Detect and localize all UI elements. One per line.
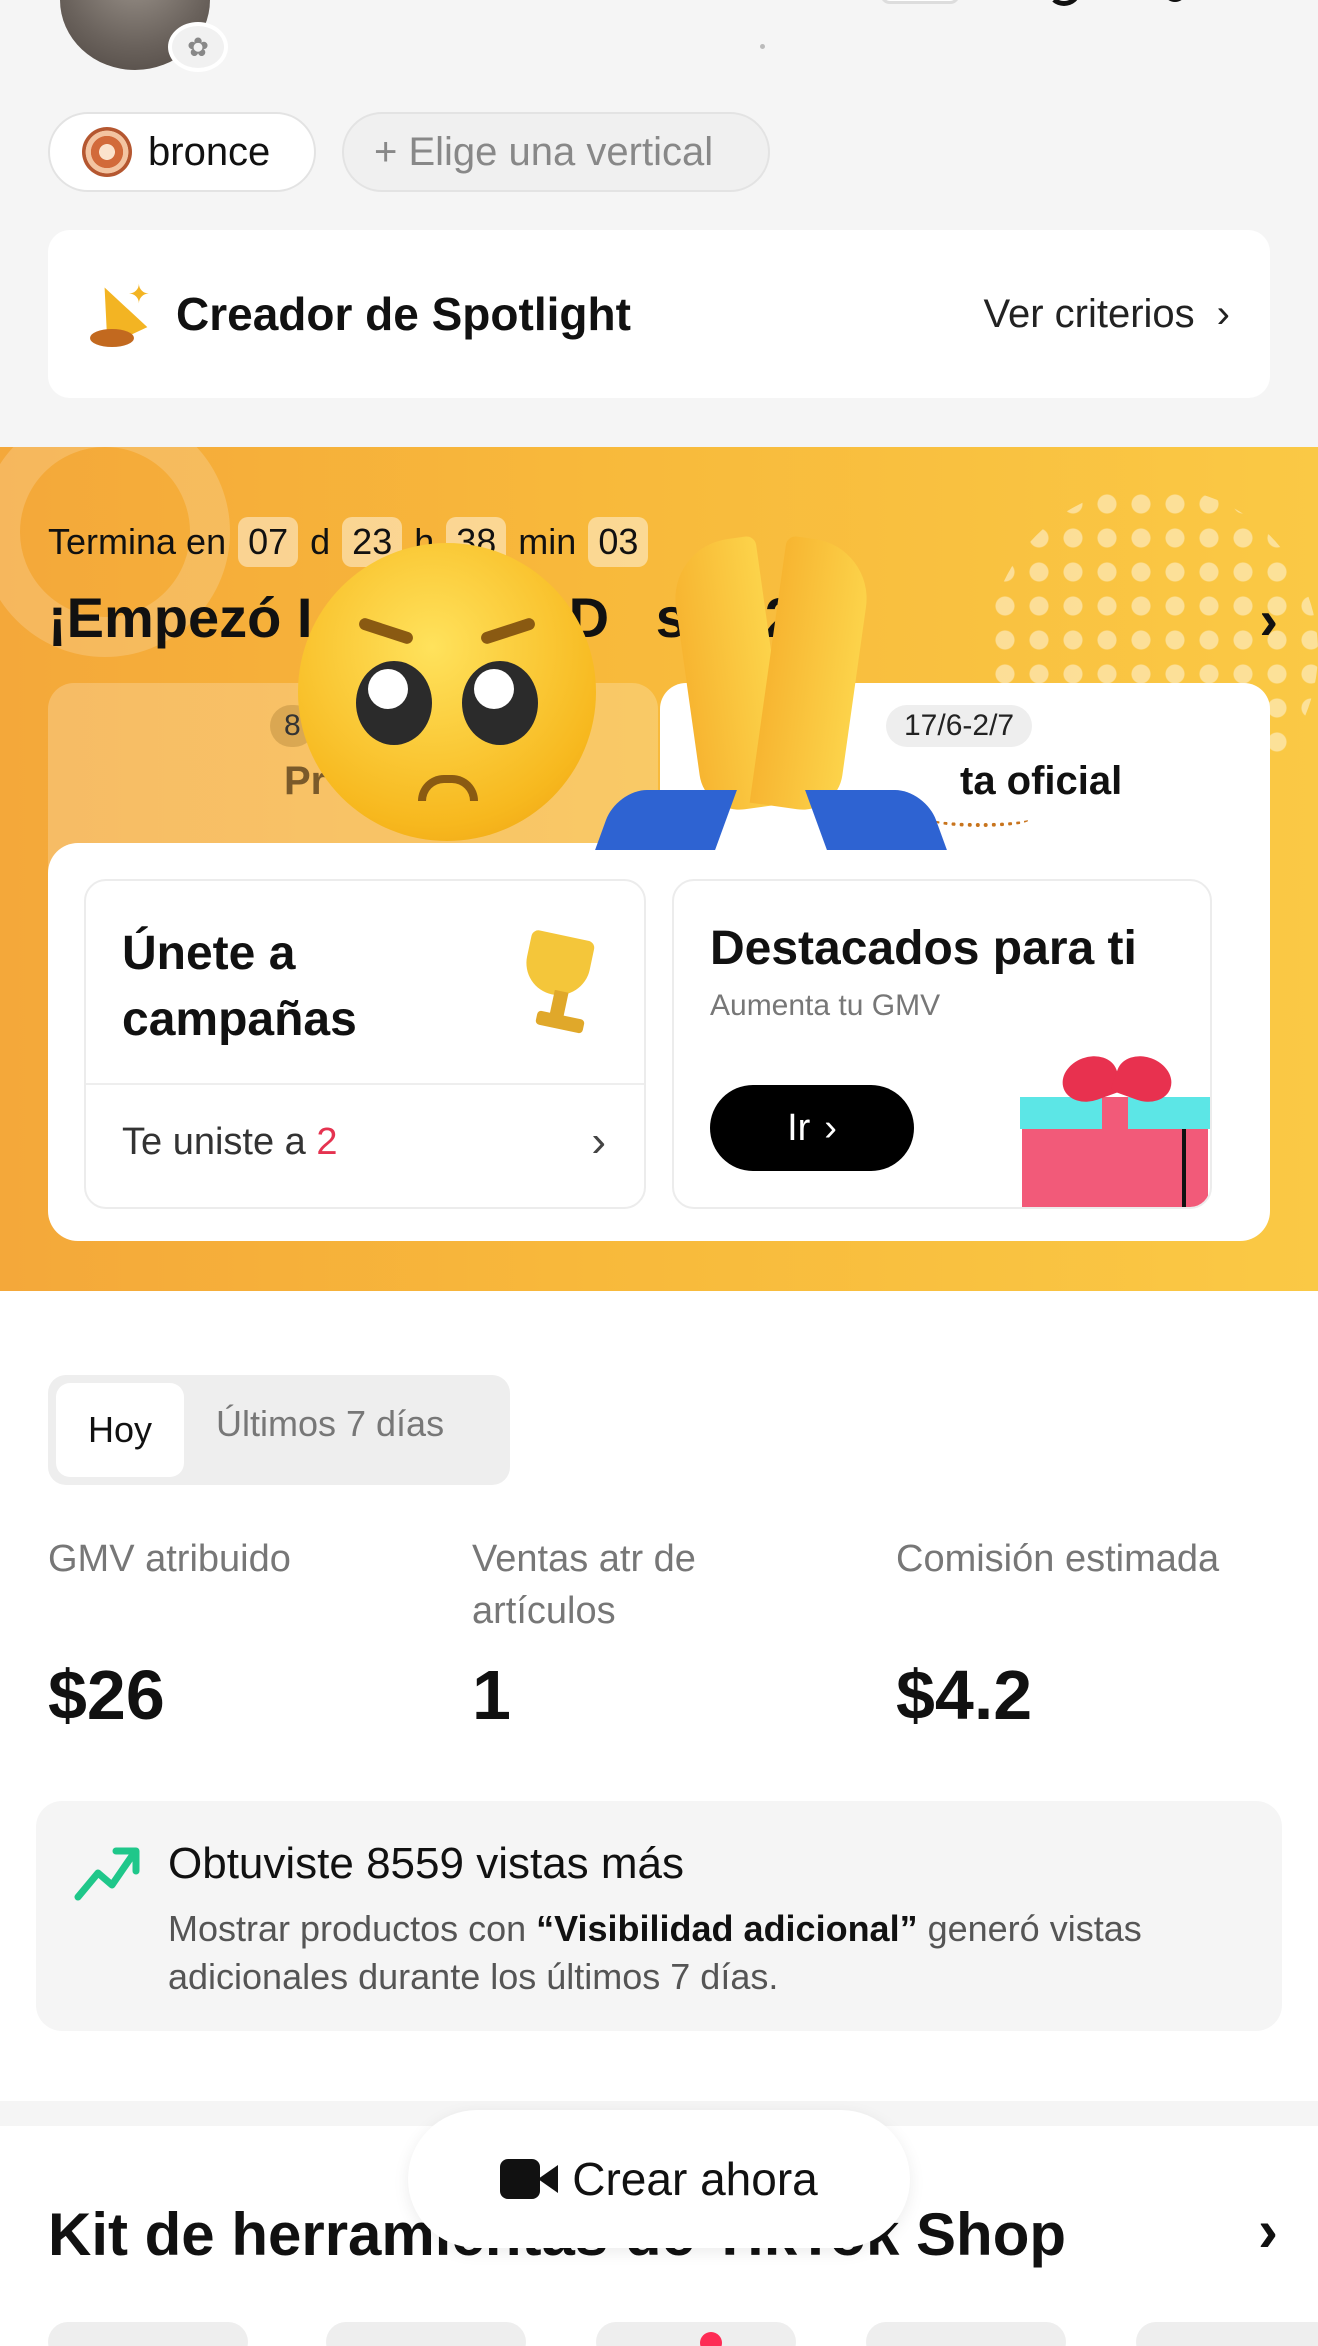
countdown-minutes-unit: min <box>518 521 577 562</box>
divider <box>86 1083 644 1085</box>
spotlight-icon: ✦ <box>84 278 150 349</box>
view-criteria-label: Ver criterios <box>983 291 1195 336</box>
create-now-button[interactable]: Crear ahora <box>408 2110 910 2248</box>
views-text-prefix: Mostrar productos con <box>168 1908 537 1949</box>
countdown-days-unit: d <box>310 521 331 562</box>
choose-vertical-label: + Elige una vertical <box>374 129 714 174</box>
chevron-right-icon[interactable]: › <box>591 1117 606 1167</box>
create-now-label: Crear ahora <box>572 2153 818 2205</box>
go-button-label: Ir <box>787 1106 811 1149</box>
toolkit-item[interactable] <box>326 2322 526 2346</box>
extra-views-card[interactable]: Obtuviste 8559 vistas más Mostrar produc… <box>36 1801 1282 2031</box>
choose-vertical-pill[interactable]: + Elige una vertical <box>342 112 770 192</box>
metric-value: $26 <box>48 1656 165 1734</box>
featured-subtitle: Aumenta tu GMV <box>710 989 941 1022</box>
spotlight-creator-card[interactable]: ✦ Creador de Spotlight Ver criterios › <box>48 230 1270 398</box>
tab-today[interactable]: Hoy <box>56 1383 184 1477</box>
page-indicator-dot <box>760 44 765 49</box>
tab-last-7-days[interactable]: Últimos 7 días <box>216 1403 444 1445</box>
menu-icon[interactable] <box>1165 0 1185 2</box>
countdown-days: 07 <box>238 517 299 567</box>
campaign-panel: Únete a campañas Te uniste a 2 › Destaca… <box>48 843 1270 1241</box>
toolkit-item[interactable] <box>1136 2322 1318 2346</box>
bronze-medal-icon <box>82 127 132 177</box>
search-icon[interactable] <box>1048 0 1080 6</box>
tab-underline-decoration <box>930 811 1030 827</box>
chevron-right-icon[interactable]: › <box>1259 587 1278 652</box>
joined-campaigns-prefix: Te uniste a <box>122 1121 317 1163</box>
joined-campaigns-count: 2 <box>316 1121 338 1163</box>
chevron-right-icon[interactable]: › <box>1258 2196 1278 2265</box>
folded-hands-emoji-icon <box>595 530 947 860</box>
spotlight-title: Creador de Spotlight <box>176 288 631 340</box>
metric-value: $4.2 <box>896 1656 1033 1734</box>
join-campaigns-title: Únete a campañas <box>122 927 357 1046</box>
gift-icon <box>1020 1048 1210 1207</box>
extra-views-description: Mostrar productos con “Visibilidad adici… <box>168 1905 1248 2001</box>
video-camera-icon <box>500 2159 559 2199</box>
level-badge-label: bronce <box>148 129 271 174</box>
tab-right-label: ta oficial <box>960 759 1123 803</box>
settings-gear-icon[interactable]: ✿ <box>168 22 228 72</box>
metric-commission: Comisión estimada $4.2 <box>896 1533 1276 1734</box>
stats-section: Hoy Últimos 7 días GMV atribuido $26 Ven… <box>0 1291 1318 2101</box>
chevron-right-icon: › <box>824 1106 837 1149</box>
period-segmented-control: Hoy Últimos 7 días <box>48 1375 510 1485</box>
metric-label: GMV atribuido <box>48 1538 291 1580</box>
toolkit-item[interactable] <box>48 2322 248 2346</box>
metric-label: Comisión estimada <box>896 1538 1220 1580</box>
trend-up-icon <box>72 1839 142 1909</box>
chevron-right-icon: › <box>1216 291 1230 336</box>
profile-top-strip: ✿ <box>0 0 1318 72</box>
extra-views-title: Obtuviste 8559 vistas más <box>168 1839 685 1888</box>
joined-campaigns-text: Te uniste a 2 <box>122 1121 337 1164</box>
featured-title: Destacados para ti <box>710 922 1137 975</box>
go-button[interactable]: Ir › <box>710 1085 914 1171</box>
countdown-label: Termina en <box>48 521 227 562</box>
toolkit-items-row <box>0 2322 1318 2346</box>
join-campaigns-card[interactable]: Únete a campañas Te uniste a 2 › <box>84 879 646 1209</box>
toolkit-item[interactable] <box>596 2322 796 2346</box>
view-criteria-link[interactable]: Ver criterios › <box>984 292 1231 337</box>
campaign-countdown: Termina en 07 d 23 h 38 min 03 <box>48 517 660 567</box>
pleading-face-emoji-icon <box>298 543 596 841</box>
views-text-bold: “Visibilidad adicional” <box>536 1908 918 1949</box>
metric-label: Ventas atr de artículos <box>472 1538 696 1632</box>
featured-for-you-card[interactable]: Destacados para ti Aumenta tu GMV Ir › <box>672 879 1212 1209</box>
metric-gmv: GMV atribuido $26 <box>48 1533 428 1734</box>
metric-items-sold: Ventas atr de artículos 1 <box>472 1533 852 1734</box>
top-action-icon[interactable] <box>880 0 960 4</box>
toolkit-item[interactable] <box>866 2322 1066 2346</box>
metric-value: 1 <box>472 1656 511 1734</box>
level-badge-pill[interactable]: bronce <box>48 112 316 192</box>
trophy-icon <box>512 929 612 1039</box>
